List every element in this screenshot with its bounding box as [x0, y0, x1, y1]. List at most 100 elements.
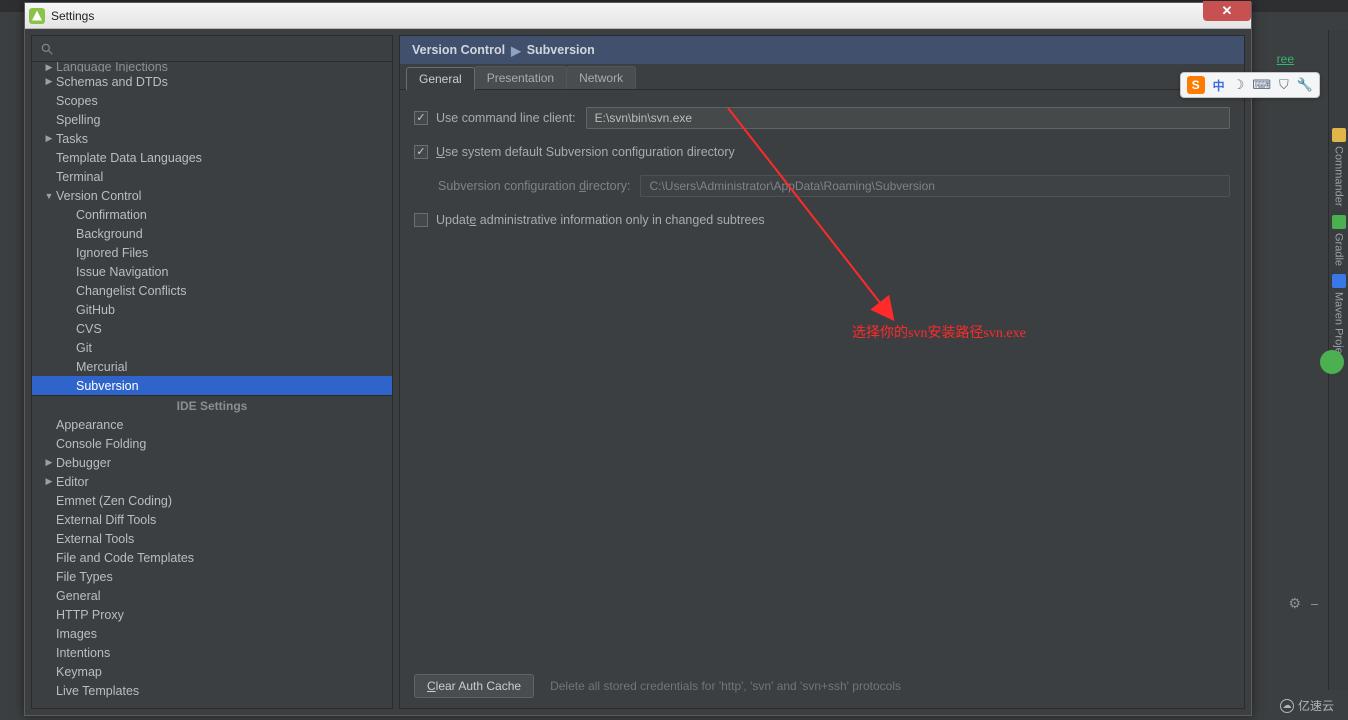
breadcrumb-root[interactable]: Version Control — [412, 43, 505, 57]
tree-item-label: Spelling — [56, 113, 100, 127]
tree-item-label: File and Code Templates — [56, 551, 194, 565]
tool-window-label: Commander — [1333, 146, 1345, 207]
tree-item-label: Changelist Conflicts — [76, 284, 186, 298]
checkbox-use-sys-dir[interactable] — [414, 145, 428, 159]
breadcrumb: Version Control ▶ Subversion — [400, 36, 1244, 64]
label-cfg-dir: Subversion configuration directory: — [438, 179, 630, 193]
settings-content-panel: Version Control ▶ Subversion General Pre… — [399, 35, 1245, 709]
checkbox-use-cli[interactable] — [414, 111, 428, 125]
tree-item[interactable]: ▶Tasks — [32, 129, 392, 148]
tree-item-label: File Types — [56, 570, 113, 584]
tree-item[interactable]: External Diff Tools — [32, 510, 392, 529]
tree-item-label: Terminal — [56, 170, 103, 184]
tree-item[interactable]: ▶Editor — [32, 472, 392, 491]
tree-item[interactable]: Template Data Languages — [32, 148, 392, 167]
tab-presentation[interactable]: Presentation — [474, 66, 567, 89]
search-icon — [40, 42, 54, 56]
sogou-icon: S — [1187, 76, 1205, 94]
bg-green-indicator — [1320, 350, 1344, 374]
tree-item[interactable]: Keymap — [32, 662, 392, 681]
label-update-admin: Update administrative information only i… — [436, 213, 765, 227]
editor-gutter-icons: ⚙ ⎯ — [1288, 595, 1318, 612]
tree-item[interactable]: Console Folding — [32, 434, 392, 453]
tree-item[interactable]: ▼Version Control — [32, 186, 392, 205]
tree-item-label: External Diff Tools — [56, 513, 156, 527]
tree-item[interactable]: CVS — [32, 319, 392, 338]
tree-item-label: Ignored Files — [76, 246, 148, 260]
tree-twisty-icon[interactable]: ▶ — [42, 76, 56, 87]
search-bar[interactable] — [32, 36, 392, 62]
ime-moon-icon[interactable]: ☽ — [1233, 77, 1245, 93]
ime-toolbar[interactable]: S 中 ☽ ⌨ ⛉ 🔧 — [1180, 72, 1320, 98]
tree-item-label: GitHub — [76, 303, 115, 317]
ime-tool-icon[interactable]: 🔧 — [1297, 77, 1313, 93]
tree-item[interactable]: External Tools — [32, 529, 392, 548]
cloud-icon: ☁ — [1280, 699, 1294, 713]
tree-item-label: Keymap — [56, 665, 102, 679]
tree-twisty-icon[interactable]: ▶ — [42, 133, 56, 144]
tool-window-icon — [1332, 274, 1346, 288]
tree-item[interactable]: Issue Navigation — [32, 262, 392, 281]
tree-item[interactable]: Scopes — [32, 91, 392, 110]
app-icon — [29, 8, 45, 24]
window-close-button[interactable] — [1203, 1, 1251, 21]
tree-item[interactable]: Subversion — [32, 376, 392, 395]
settings-tree[interactable]: ▶Language Injections▶Schemas and DTDsSco… — [32, 62, 392, 708]
settings-tree-panel: ▶Language Injections▶Schemas and DTDsSco… — [31, 35, 393, 709]
tree-item[interactable]: Images — [32, 624, 392, 643]
tree-item[interactable]: ▶Debugger — [32, 453, 392, 472]
tree-item-label: Confirmation — [76, 208, 147, 222]
tool-window-button[interactable]: Gradle — [1329, 215, 1348, 266]
tree-item[interactable]: Intentions — [32, 643, 392, 662]
tree-item[interactable]: Spelling — [32, 110, 392, 129]
tree-item[interactable]: Terminal — [32, 167, 392, 186]
ime-user-icon[interactable]: ⛉ — [1279, 77, 1289, 93]
collapse-icon[interactable]: ⎯ — [1311, 595, 1318, 612]
tree-item[interactable]: Git — [32, 338, 392, 357]
tree-item-label: Scopes — [56, 94, 98, 108]
annotation-text: 选择你的svn安装路径svn.exe — [852, 322, 1026, 342]
tree-twisty-icon[interactable]: ▶ — [42, 476, 56, 487]
ime-lang[interactable]: 中 — [1213, 77, 1225, 94]
gear-icon[interactable]: ⚙ — [1288, 595, 1301, 612]
bg-link-fragment: ree — [1277, 52, 1294, 66]
tree-item-label: Console Folding — [56, 437, 146, 451]
tree-item[interactable]: Background — [32, 224, 392, 243]
tree-item[interactable]: Emmet (Zen Coding) — [32, 491, 392, 510]
tool-window-label: Gradle — [1333, 233, 1345, 266]
tree-item[interactable]: Mercurial — [32, 357, 392, 376]
ime-keyboard-icon[interactable]: ⌨ — [1252, 77, 1271, 93]
tree-twisty-icon[interactable]: ▼ — [42, 191, 56, 201]
titlebar[interactable]: Settings — [25, 3, 1251, 29]
tab-bar[interactable]: General Presentation Network — [400, 64, 1244, 90]
tree-item[interactable]: HTTP Proxy — [32, 605, 392, 624]
breadcrumb-leaf: Subversion — [527, 43, 595, 57]
clear-auth-cache-button[interactable]: Clear Auth Cache — [414, 674, 534, 698]
tree-item-label: Git — [76, 341, 92, 355]
tree-item[interactable]: Changelist Conflicts — [32, 281, 392, 300]
tree-item-label: Intentions — [56, 646, 110, 660]
chevron-right-icon: ▶ — [511, 43, 521, 58]
input-cli-path[interactable]: E:\svn\bin\svn.exe — [586, 107, 1230, 129]
tree-item[interactable]: Appearance — [32, 415, 392, 434]
tree-item-label: Tasks — [56, 132, 88, 146]
tree-item[interactable]: File Types — [32, 567, 392, 586]
tree-item[interactable]: General — [32, 586, 392, 605]
tab-network[interactable]: Network — [566, 66, 636, 89]
tree-item[interactable]: Confirmation — [32, 205, 392, 224]
tree-item[interactable]: Ignored Files — [32, 243, 392, 262]
tree-item[interactable]: ▶Schemas and DTDs — [32, 72, 392, 91]
window-title: Settings — [51, 9, 94, 23]
tree-twisty-icon[interactable]: ▶ — [42, 457, 56, 468]
tree-item[interactable]: File and Code Templates — [32, 548, 392, 567]
tab-general[interactable]: General — [406, 67, 475, 90]
tree-item[interactable]: GitHub — [32, 300, 392, 319]
tool-window-icon — [1332, 215, 1346, 229]
checkbox-update-admin[interactable] — [414, 213, 428, 227]
tree-item-label: Schemas and DTDs — [56, 75, 168, 89]
tree-item[interactable]: Live Templates — [32, 681, 392, 700]
tree-item-label: Mercurial — [76, 360, 127, 374]
tree-item-label: Version Control — [56, 189, 141, 203]
tool-window-button[interactable]: Commander — [1329, 128, 1348, 207]
tree-item-label: Background — [76, 227, 143, 241]
